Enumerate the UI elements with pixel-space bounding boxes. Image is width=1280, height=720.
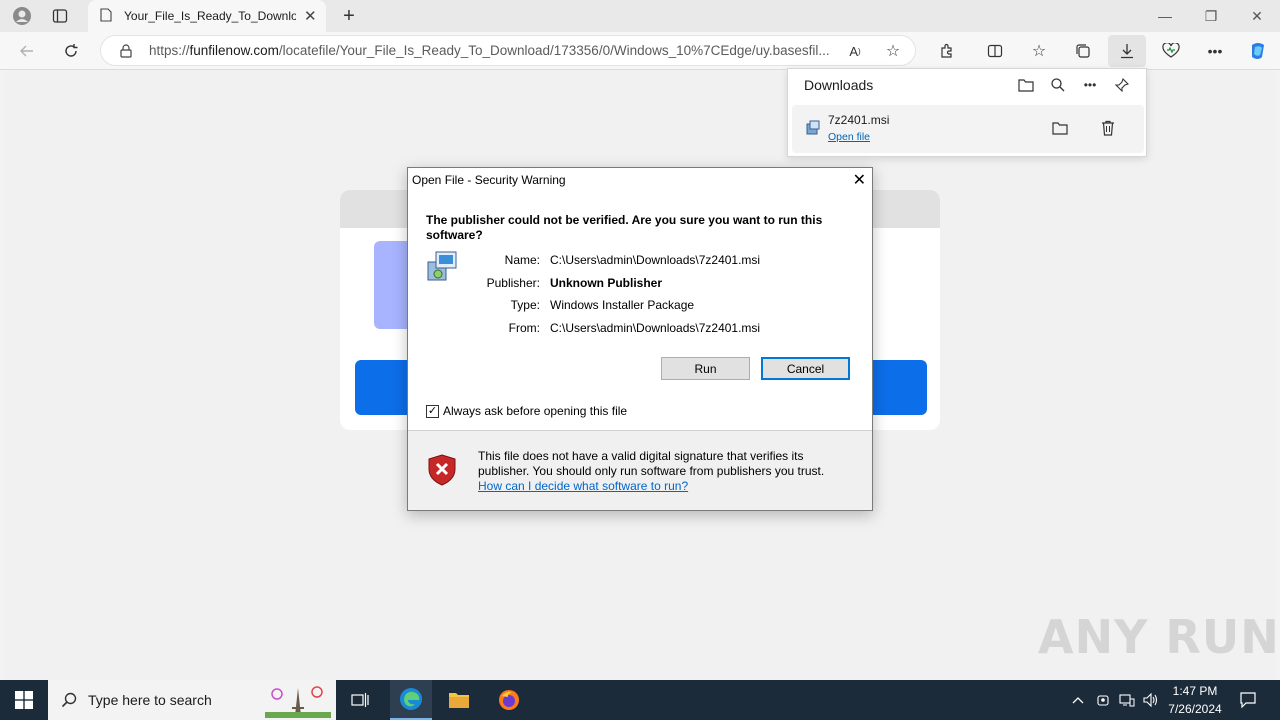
taskbar-date[interactable]: 7/26/2024 <box>1164 702 1226 716</box>
tray-expand-icon[interactable] <box>1068 690 1088 710</box>
delete-download-icon[interactable] <box>1098 118 1118 138</box>
favorites-icon[interactable]: ☆ <box>1028 40 1050 62</box>
search-icon <box>60 691 78 709</box>
taskbar-time[interactable]: 1:47 PM <box>1164 684 1226 698</box>
signature-warning-text: This file does not have a valid digital … <box>478 449 825 478</box>
dialog-separator <box>408 430 872 431</box>
extensions-icon[interactable] <box>936 40 958 62</box>
dialog-question: The publisher could not be verified. Are… <box>426 213 823 242</box>
tab-actions-icon[interactable] <box>48 5 72 27</box>
downloads-icon[interactable] <box>1108 35 1146 67</box>
page-icon <box>100 7 112 25</box>
minimize-icon[interactable]: — <box>1142 0 1188 32</box>
always-ask-label: Always ask before opening this file <box>443 404 628 418</box>
help-link[interactable]: How can I decide what software to run? <box>478 479 688 493</box>
taskbar: Type here to search 1:47 PM 7/26/2024 <box>0 680 1280 720</box>
close-window-icon[interactable]: ✕ <box>1234 0 1280 32</box>
run-button[interactable]: Run <box>661 357 750 380</box>
browser-toolbar: https://funfilenow.com/locatefile/Your_F… <box>0 32 1280 70</box>
refresh-icon[interactable] <box>60 40 82 62</box>
dialog-body: The publisher could not be verified. Are… <box>408 192 872 430</box>
always-ask-checkbox[interactable]: ✓ <box>426 404 439 418</box>
url-text: https://funfilenow.com/locatefile/Your_F… <box>149 43 830 58</box>
tab-active[interactable]: Your_File_Is_Ready_To_Download ✕ <box>88 0 326 32</box>
downloads-panel: Downloads ••• 7z2401.msi Open file <box>787 68 1147 157</box>
prop-name: Name: C:\Users\admin\Downloads\7z2401.msi <box>504 253 761 267</box>
search-downloads-icon[interactable] <box>1048 75 1068 95</box>
collections-icon[interactable] <box>1072 40 1094 62</box>
search-placeholder: Type here to search <box>88 692 212 708</box>
downloads-more-icon[interactable]: ••• <box>1080 75 1100 95</box>
cancel-button[interactable]: Cancel <box>761 357 850 380</box>
file-explorer-icon[interactable] <box>446 688 472 712</box>
more-options-icon[interactable]: ••• <box>1204 40 1226 62</box>
restore-icon[interactable]: ❐ <box>1188 0 1234 32</box>
profile-icon[interactable] <box>10 5 34 27</box>
notifications-icon[interactable] <box>1236 689 1260 711</box>
firefox-icon[interactable] <box>496 688 522 712</box>
split-screen-icon[interactable] <box>984 40 1006 62</box>
installer-package-icon <box>426 250 460 287</box>
pin-icon[interactable] <box>1112 75 1132 95</box>
task-view-icon[interactable] <box>348 689 372 711</box>
tab-close-icon[interactable]: ✕ <box>304 7 317 25</box>
prop-type: Type: Windows Installer Package <box>510 298 695 312</box>
favorite-star-icon[interactable]: ☆ <box>883 41 903 61</box>
browser-essentials-icon[interactable] <box>1160 40 1182 62</box>
msi-file-icon <box>804 119 822 137</box>
tab-bar: Your_File_Is_Ready_To_Download ✕ + — ❐ ✕ <box>0 0 1280 32</box>
copilot-icon[interactable] <box>1246 40 1270 62</box>
download-file-name: 7z2401.msi <box>828 113 890 127</box>
address-bar[interactable]: https://funfilenow.com/locatefile/Your_F… <box>100 35 916 66</box>
tab-title: Your_File_Is_Ready_To_Download <box>124 9 296 23</box>
prop-publisher: Publisher: Unknown Publisher <box>486 276 663 290</box>
open-file-link[interactable]: Open file <box>828 131 870 143</box>
meet-now-icon[interactable] <box>1093 690 1113 710</box>
prop-from: From: C:\Users\admin\Downloads\7z2401.msi <box>508 321 761 335</box>
download-item[interactable]: 7z2401.msi Open file <box>792 105 1144 153</box>
back-icon[interactable] <box>16 40 38 62</box>
show-in-folder-icon[interactable] <box>1050 118 1070 138</box>
network-icon[interactable] <box>1117 690 1137 710</box>
anyrun-watermark: ANY RUN <box>1038 610 1280 664</box>
shield-warning-icon <box>428 454 456 489</box>
windows-start-icon[interactable] <box>12 690 36 710</box>
lock-icon[interactable] <box>117 42 135 60</box>
edge-taskbar-icon[interactable] <box>390 680 432 720</box>
always-ask-checkbox-row[interactable]: ✓ Always ask before opening this file <box>426 404 627 418</box>
taskbar-search-input[interactable]: Type here to search <box>48 680 336 720</box>
open-downloads-folder-icon[interactable] <box>1016 75 1036 95</box>
downloads-title: Downloads <box>804 77 874 93</box>
new-tab-icon[interactable]: + <box>338 5 360 27</box>
volume-icon[interactable] <box>1141 690 1161 710</box>
dialog-close-icon[interactable]: ✕ <box>853 170 866 190</box>
search-highlight-icon[interactable] <box>264 682 332 718</box>
dialog-titlebar[interactable]: Open File - Security Warning ✕ <box>408 168 872 192</box>
security-warning-dialog: Open File - Security Warning ✕ The publi… <box>407 167 873 511</box>
dialog-title: Open File - Security Warning <box>412 173 566 187</box>
read-aloud-icon[interactable]: A) <box>845 42 865 60</box>
